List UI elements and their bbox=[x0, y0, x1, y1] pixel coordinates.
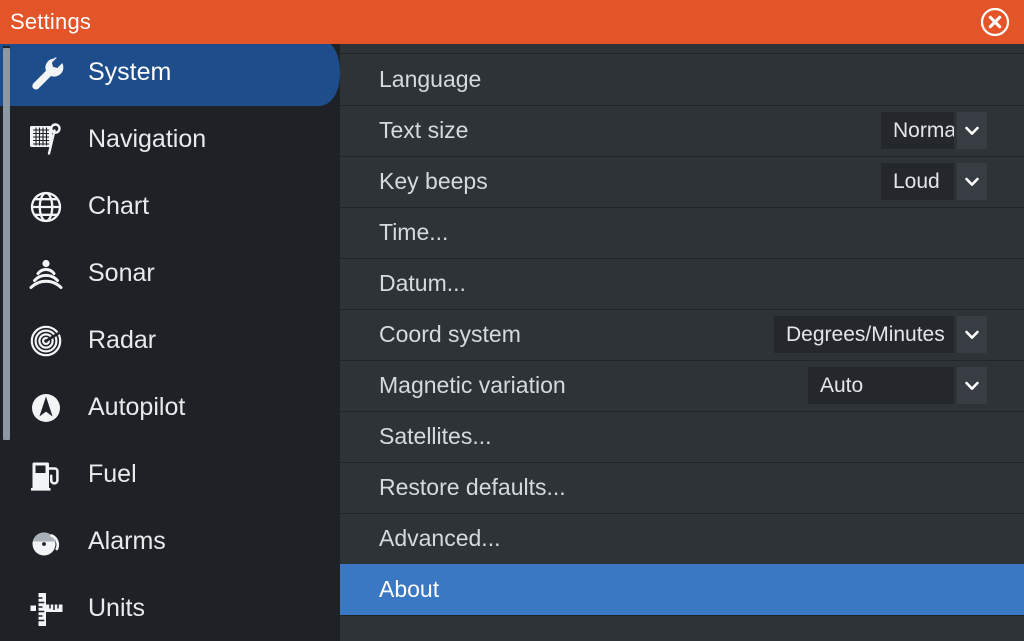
alarm-bell-icon bbox=[22, 518, 70, 566]
sidebar-item-label: Sonar bbox=[88, 259, 155, 287]
radar-icon bbox=[22, 317, 70, 365]
settings-row-label: Restore defaults... bbox=[379, 474, 566, 500]
globe-icon bbox=[22, 183, 70, 231]
sidebar-item-label: Alarms bbox=[88, 527, 166, 555]
settings-dropdown[interactable]: Loud bbox=[881, 163, 987, 200]
settings-row[interactable]: Time... bbox=[340, 207, 1024, 258]
settings-row[interactable]: Key beeps Loud bbox=[340, 156, 1024, 207]
chevron-down-icon[interactable] bbox=[957, 112, 987, 149]
sidebar-item-navigation[interactable]: Navigation bbox=[0, 106, 340, 173]
sidebar-item-label: Navigation bbox=[88, 125, 207, 153]
fuel-pump-icon bbox=[22, 451, 70, 499]
settings-row[interactable]: About bbox=[340, 564, 1024, 615]
settings-row[interactable]: Magnetic variation Auto bbox=[340, 360, 1024, 411]
dropdown-value[interactable]: Auto bbox=[808, 367, 954, 404]
settings-row-label: Key beeps bbox=[379, 168, 488, 194]
sidebar-item-system[interactable]: System bbox=[0, 44, 340, 106]
settings-dropdown[interactable]: Normal bbox=[881, 112, 987, 149]
sidebar: System Navigation Chart Sonar Radar Autopilot… bbox=[0, 44, 340, 641]
row-separator bbox=[340, 53, 1024, 54]
sidebar-item-label: System bbox=[88, 58, 172, 86]
autopilot-icon bbox=[22, 384, 70, 432]
sidebar-item-units[interactable]: Units bbox=[0, 575, 340, 641]
sidebar-item-radar[interactable]: Radar bbox=[0, 307, 340, 374]
sidebar-item-label: Units bbox=[88, 594, 145, 622]
settings-window: Settings Language Text size Normal Key beep… bbox=[0, 0, 1024, 641]
settings-row[interactable]: Advanced... bbox=[340, 513, 1024, 564]
title-bar: Settings bbox=[0, 0, 1024, 44]
settings-row-label: Coord system bbox=[379, 321, 521, 347]
sidebar-item-chart[interactable]: Chart bbox=[0, 173, 340, 240]
settings-row[interactable]: Datum... bbox=[340, 258, 1024, 309]
close-circle-icon[interactable] bbox=[980, 7, 1010, 37]
sidebar-item-label: Fuel bbox=[88, 460, 137, 488]
settings-row-label: Magnetic variation bbox=[379, 372, 566, 398]
settings-row-label: Time... bbox=[379, 219, 449, 245]
chevron-down-icon[interactable] bbox=[957, 367, 987, 404]
navigation-icon bbox=[22, 116, 70, 164]
sidebar-item-sonar[interactable]: Sonar bbox=[0, 240, 340, 307]
settings-row-label: Datum... bbox=[379, 270, 466, 296]
settings-row[interactable]: Text size Normal bbox=[340, 105, 1024, 156]
settings-dropdown[interactable]: Auto bbox=[808, 367, 987, 404]
chevron-down-icon[interactable] bbox=[957, 316, 987, 353]
sidebar-scrollbar-thumb[interactable] bbox=[3, 48, 10, 440]
settings-row-label: About bbox=[379, 576, 440, 602]
sonar-icon bbox=[22, 250, 70, 298]
chevron-down-icon[interactable] bbox=[957, 163, 987, 200]
row-separator bbox=[340, 615, 1024, 616]
settings-row-label: Satellites... bbox=[379, 423, 492, 449]
dropdown-value[interactable]: Normal bbox=[881, 112, 954, 149]
window-title: Settings bbox=[10, 9, 92, 34]
sidebar-item-alarms[interactable]: Alarms bbox=[0, 508, 340, 575]
settings-list: Language Text size Normal Key beeps Loud Time… bbox=[340, 44, 1024, 641]
ruler-icon bbox=[22, 585, 70, 633]
settings-row[interactable]: Restore defaults... bbox=[340, 462, 1024, 513]
sidebar-item-label: Chart bbox=[88, 192, 150, 220]
sidebar-item-label: Autopilot bbox=[88, 393, 186, 421]
wrench-icon bbox=[22, 49, 70, 97]
settings-row-label: Advanced... bbox=[379, 525, 501, 551]
settings-row-label: Text size bbox=[379, 117, 469, 143]
sidebar-item-label: Radar bbox=[88, 326, 157, 354]
settings-dropdown[interactable]: Degrees/Minutes bbox=[774, 316, 987, 353]
settings-row[interactable]: Language bbox=[340, 54, 1024, 105]
settings-row[interactable]: Satellites... bbox=[340, 411, 1024, 462]
sidebar-item-autopilot[interactable]: Autopilot bbox=[0, 374, 340, 441]
dropdown-value[interactable]: Degrees/Minutes bbox=[774, 316, 954, 353]
sidebar-item-fuel[interactable]: Fuel bbox=[0, 441, 340, 508]
settings-row[interactable]: Coord system Degrees/Minutes bbox=[340, 309, 1024, 360]
dropdown-value[interactable]: Loud bbox=[881, 163, 954, 200]
settings-row-label: Language bbox=[379, 66, 482, 92]
